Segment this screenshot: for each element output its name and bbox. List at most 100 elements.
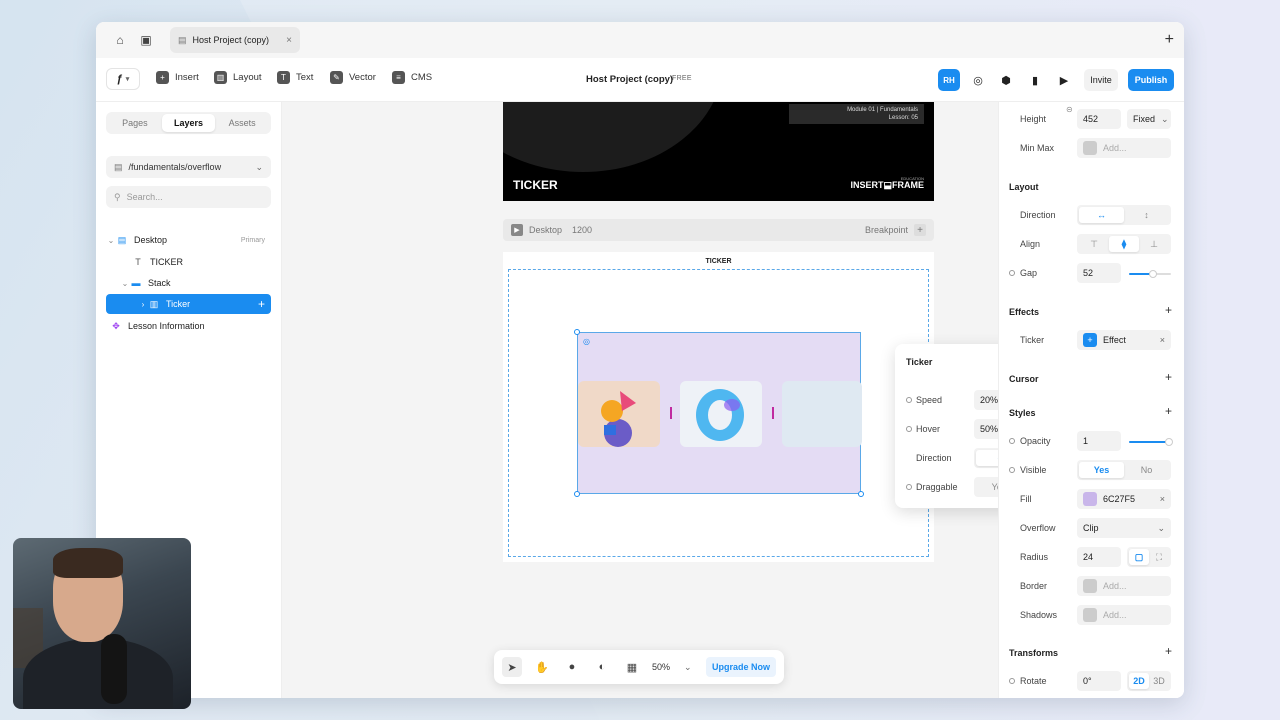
comment-icon[interactable]: ●	[562, 657, 582, 677]
radius-all-icon[interactable]: ▢	[1129, 549, 1149, 565]
add-effect-icon[interactable]: +	[1165, 303, 1172, 317]
close-tab-icon[interactable]: ×	[286, 35, 292, 46]
avatar[interactable]: RH	[938, 69, 960, 91]
vector-button[interactable]: ✎ Vector	[330, 71, 376, 84]
variable-dot-icon[interactable]	[1009, 438, 1015, 444]
layer-stack[interactable]: ⌄ ▬ Stack	[106, 273, 271, 293]
slider-knob[interactable]	[1149, 270, 1157, 278]
radius-individual-icon[interactable]: ⛶	[1149, 549, 1169, 565]
page-selector[interactable]: ▤ /fundamentals/overflow ⌄	[106, 156, 271, 178]
variable-dot-icon[interactable]	[1009, 467, 1015, 473]
fill-swatch[interactable]	[1083, 492, 1097, 506]
resize-handle[interactable]	[574, 329, 580, 335]
visible-yes[interactable]: Yes	[1079, 462, 1124, 478]
insert-button[interactable]: + Insert	[156, 71, 199, 84]
opacity-input[interactable]: 1	[1077, 431, 1121, 451]
height-mode-select[interactable]: Fixed ⌄	[1127, 109, 1171, 129]
hero-brand: INSERT⬓FRAME	[850, 180, 924, 190]
home-icon[interactable]: ⌂	[112, 32, 128, 48]
chevron-down-icon[interactable]: ⌄	[106, 236, 116, 245]
new-tab-icon[interactable]: +	[1165, 31, 1174, 49]
gap-input[interactable]: 52	[1077, 263, 1121, 283]
fill-field[interactable]: 6C27F5 ×	[1077, 489, 1171, 509]
layout-button[interactable]: ▥ Layout	[214, 71, 262, 84]
variable-dot-icon[interactable]	[1009, 678, 1015, 684]
minmax-input[interactable]: Add...	[1077, 138, 1171, 158]
height-input[interactable]: 452	[1077, 109, 1121, 129]
shadows-field[interactable]: Add...	[1077, 605, 1171, 625]
invite-button[interactable]: Invite	[1084, 69, 1118, 91]
settings-icon[interactable]: ⬢	[995, 69, 1017, 91]
variable-dot-icon[interactable]	[906, 426, 912, 432]
variable-dot-icon[interactable]	[906, 397, 912, 403]
preview-icon[interactable]: ▶	[511, 224, 523, 236]
cms-button[interactable]: ≡ CMS	[392, 71, 432, 84]
canvas[interactable]: Module 01 | Fundamentals Lesson: 05 TICK…	[282, 102, 1081, 698]
remove-icon[interactable]: ×	[1160, 494, 1165, 504]
dark-mode-icon[interactable]: ◐	[592, 657, 612, 677]
horizontal-arrows-icon[interactable]: ↔	[1079, 207, 1124, 223]
border-field[interactable]: Add...	[1077, 576, 1171, 596]
align-center-icon[interactable]: ⧫	[1109, 236, 1139, 252]
resize-handle[interactable]	[574, 491, 580, 497]
layer-search[interactable]: ⚲ Search...	[106, 186, 271, 208]
remove-icon[interactable]: ×	[1160, 335, 1165, 345]
visible-no[interactable]: No	[1124, 462, 1169, 478]
inbox-icon[interactable]: ▣	[138, 32, 154, 48]
upgrade-button[interactable]: Upgrade Now	[705, 657, 776, 677]
align-bottom-icon[interactable]: ⊥	[1139, 236, 1169, 252]
visible-label: Visible	[1020, 465, 1047, 475]
slider-knob[interactable]	[1165, 438, 1173, 446]
visible-toggle[interactable]: Yes No	[1077, 460, 1171, 480]
add-icon[interactable]: +	[258, 297, 271, 311]
lock-icon[interactable]: ⊝	[1066, 105, 1073, 114]
variable-dot-icon[interactable]	[1009, 270, 1015, 276]
layer-ticker-text[interactable]: T TICKER	[106, 252, 271, 272]
effect-field[interactable]: + Effect ×	[1077, 330, 1171, 350]
zoom-select[interactable]: 50% ⌄	[652, 662, 692, 673]
tab-pages[interactable]: Pages	[108, 114, 162, 132]
hand-icon[interactable]: ✋	[532, 657, 552, 677]
gap-slider[interactable]	[1129, 270, 1171, 278]
tab-assets[interactable]: Assets	[215, 114, 269, 132]
chevron-right-icon[interactable]: ›	[138, 300, 148, 309]
desktop-frame[interactable]: TICKER ◎	[503, 252, 934, 562]
radius-input[interactable]: 24	[1077, 547, 1121, 567]
add-cursor-icon[interactable]: +	[1165, 370, 1172, 384]
mode-2d[interactable]: 2D	[1129, 673, 1149, 689]
radius-mode-toggle[interactable]: ▢ ⛶	[1127, 547, 1171, 567]
direction-toggle[interactable]: ↔ ↕	[1077, 205, 1171, 225]
chevron-down-icon: ▾	[125, 76, 130, 83]
project-tab[interactable]: ▤ Host Project (copy) ×	[170, 27, 300, 53]
breakpoint-label[interactable]: Breakpoint	[865, 225, 908, 235]
add-breakpoint-icon[interactable]: +	[914, 224, 926, 236]
tab-layers[interactable]: Layers	[161, 114, 216, 132]
align-top-icon[interactable]: ⊤	[1079, 236, 1109, 252]
text-button[interactable]: T Text	[277, 71, 313, 84]
play-icon[interactable]: ▶	[1053, 69, 1075, 91]
variable-dot-icon[interactable]	[906, 484, 912, 490]
ticker-component[interactable]: ◎	[574, 329, 864, 497]
overflow-select[interactable]: Clip ⌄	[1077, 518, 1171, 538]
opacity-slider[interactable]	[1129, 438, 1173, 446]
globe-icon[interactable]: ◎	[967, 69, 989, 91]
project-name[interactable]: Host Project (copy)	[586, 74, 673, 85]
add-transform-icon[interactable]: +	[1165, 644, 1172, 658]
vertical-arrows-icon[interactable]: ↕	[1124, 207, 1169, 223]
publish-button[interactable]: Publish	[1128, 69, 1174, 91]
layer-ticker[interactable]: › ▥ Ticker +	[106, 294, 271, 314]
align-toggle[interactable]: ⊤ ⧫ ⊥	[1077, 234, 1171, 254]
add-style-icon[interactable]: +	[1165, 404, 1172, 418]
layer-lesson-information[interactable]: ✥ Lesson Information	[106, 316, 271, 336]
grid-icon[interactable]: ▦	[622, 657, 642, 677]
cursor-icon[interactable]: ➤	[502, 657, 522, 677]
analytics-icon[interactable]: ▮	[1024, 69, 1046, 91]
resize-handle[interactable]	[858, 491, 864, 497]
main-menu-button[interactable]: ƒ ▾	[106, 68, 140, 90]
rotate-input[interactable]: 0°	[1077, 671, 1121, 691]
mode-3d[interactable]: 3D	[1149, 673, 1169, 689]
hero-frame[interactable]: Module 01 | Fundamentals Lesson: 05 TICK…	[503, 102, 934, 201]
chevron-down-icon[interactable]: ⌄	[120, 279, 130, 288]
layer-desktop[interactable]: ⌄ ▤ Desktop Primary	[106, 230, 271, 250]
rotate-mode-toggle[interactable]: 2D 3D	[1127, 671, 1171, 691]
